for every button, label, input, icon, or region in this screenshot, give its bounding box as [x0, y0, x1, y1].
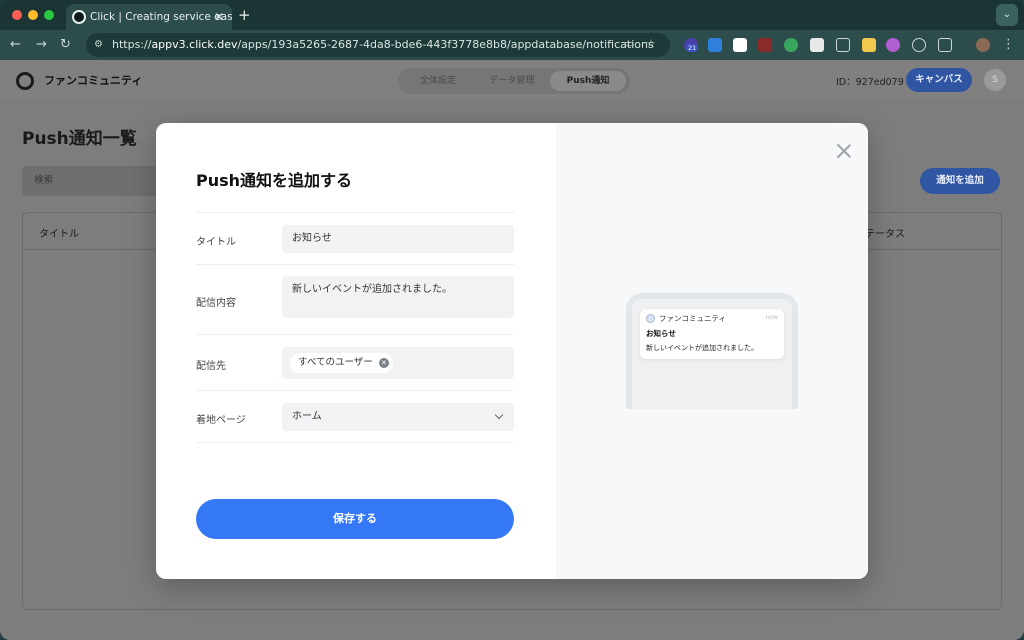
phone-preview: ファンコミュニティ now お知らせ 新しいイベントが追加されました。	[626, 293, 798, 409]
main-tabs: 全体設定 データ管理 Push通知	[398, 68, 630, 94]
canvas-button[interactable]: キャンバス	[906, 68, 972, 92]
title-field[interactable]: お知らせ	[282, 225, 514, 253]
click-favicon-icon	[72, 10, 86, 24]
column-header-status: テータス	[865, 229, 905, 240]
divider	[196, 212, 514, 213]
extension-badge-count: 21	[686, 44, 699, 52]
divider	[196, 442, 514, 443]
content-field[interactable]: 新しいイベントが追加されました。	[282, 276, 514, 318]
purple-extension-icon[interactable]	[886, 38, 900, 52]
landing-page-label: 着地ページ	[196, 415, 246, 426]
save-button[interactable]: 保存する	[196, 499, 514, 539]
tab-data-management[interactable]: データ管理	[476, 71, 548, 91]
preview-body: 新しいイベントが追加されました。	[646, 344, 758, 352]
add-push-notification-modal: ファンコミュニティ now お知らせ 新しいイベントが追加されました。 Push…	[156, 123, 868, 579]
divider	[196, 264, 514, 265]
preview-title: お知らせ	[646, 329, 676, 338]
back-arrow-icon[interactable]: ←	[10, 36, 21, 54]
preview-time: now	[765, 314, 778, 321]
preview-app-name: ファンコミュニティ	[659, 314, 727, 323]
app-logo-icon	[16, 72, 34, 90]
app-page: ファンコミュニティ 全体設定 データ管理 Push通知 ID：927ed079 …	[0, 60, 1024, 640]
divider	[196, 390, 514, 391]
eyedropper-extension-icon[interactable]	[836, 38, 850, 52]
chip-remove-icon[interactable]: ✕	[378, 358, 389, 368]
tab-push-notifications[interactable]: Push通知	[550, 71, 626, 91]
forward-arrow-icon[interactable]: →	[36, 36, 47, 54]
landing-page-select[interactable]: ホーム	[282, 403, 514, 431]
preview-panel: ファンコミュニティ now お知らせ 新しいイベントが追加されました。	[556, 123, 868, 579]
browser-menu-icon[interactable]: ⋮	[1002, 36, 1015, 54]
browser-window: Click | Creating service easily ✕ + ⌄ ← …	[0, 0, 1024, 640]
url-path: /apps/193a5265-2687-4da8-bde6-443f3778e8…	[237, 38, 654, 51]
app-header: ファンコミュニティ 全体設定 データ管理 Push通知 ID：927ed079 …	[0, 60, 1024, 100]
tab-strip: Click | Creating service easily ✕ + ⌄	[0, 0, 1024, 30]
w-extension-icon[interactable]	[862, 38, 876, 52]
notification-preview-card: ファンコミュニティ now お知らせ 新しいイベントが追加されました。	[640, 309, 784, 359]
maximize-window-button[interactable]	[44, 10, 54, 20]
content-label: 配信内容	[196, 298, 236, 309]
tab-general-settings[interactable]: 全体設定	[402, 71, 474, 91]
browser-toolbar: ← → ↻ ⚙ https://appv3.click.dev/apps/193…	[0, 30, 1024, 60]
tab-close-icon[interactable]: ✕	[214, 4, 224, 30]
close-window-button[interactable]	[12, 10, 22, 20]
user-avatar[interactable]: S	[984, 69, 1006, 91]
app-id: ID：927ed079	[836, 77, 904, 88]
page-title: Push通知一覧	[22, 129, 137, 149]
profile-avatar-icon[interactable]	[976, 38, 990, 52]
modal-title: Push通知を追加する	[196, 171, 353, 190]
tab-title: Click | Creating service easily	[90, 11, 232, 23]
app-icon	[646, 314, 655, 323]
blocker-extension-icon[interactable]	[758, 38, 772, 52]
browser-tab-active[interactable]: Click | Creating service easily ✕	[66, 4, 232, 30]
tab-search-chevron-icon[interactable]: ⌄	[996, 4, 1018, 26]
address-bar[interactable]: ⚙ https://appv3.click.dev/apps/193a5265-…	[86, 33, 670, 57]
bookmark-star-icon[interactable]: ☆	[646, 37, 656, 50]
add-notification-button[interactable]: 通知を追加	[920, 168, 1000, 194]
new-tab-button[interactable]: +	[238, 4, 251, 26]
download-extension-icon[interactable]	[708, 38, 722, 52]
target-field[interactable]: すべてのユーザー ✕	[282, 347, 514, 379]
divider	[196, 334, 514, 335]
url-domain: appv3.click.dev	[151, 38, 238, 51]
app-name: ファンコミュニティ	[44, 74, 143, 87]
chevron-down-icon	[494, 410, 504, 420]
reader-extension-icon[interactable]	[810, 38, 824, 52]
landing-page-value: ホーム	[292, 411, 322, 422]
extensions-puzzle-icon[interactable]	[938, 38, 952, 52]
circle-extension-icon[interactable]	[912, 38, 926, 52]
reload-icon[interactable]: ↻	[60, 36, 71, 54]
url-prefix: https://	[112, 38, 152, 51]
minimize-window-button[interactable]	[28, 10, 38, 20]
column-header-title: タイトル	[39, 229, 79, 240]
target-label: 配信先	[196, 361, 226, 372]
cast-icon[interactable]: ▭	[624, 37, 634, 50]
title-label: タイトル	[196, 237, 236, 248]
x-extension-icon[interactable]	[733, 38, 747, 52]
site-settings-icon[interactable]: ⚙	[94, 33, 103, 57]
target-chip[interactable]: すべてのユーザー ✕	[290, 353, 393, 373]
close-icon[interactable]	[836, 143, 852, 159]
target-chip-label: すべてのユーザー	[298, 357, 373, 368]
green-extension-icon[interactable]	[784, 38, 798, 52]
search-input[interactable]: 検索	[22, 166, 162, 196]
